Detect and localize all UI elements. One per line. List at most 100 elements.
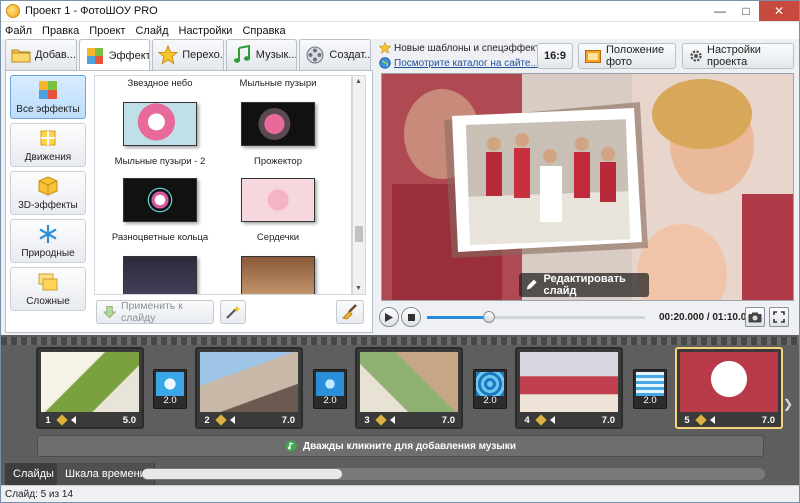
pencil-icon[interactable] [695,414,707,426]
speaker-icon[interactable] [71,416,76,424]
seek-slider[interactable] [427,311,645,323]
minimize-button[interactable]: — [707,1,733,21]
slide-number: 1 [45,414,51,426]
tab-transitions[interactable]: Перехо... [152,39,224,70]
effect-thumbnail [241,256,315,294]
project-settings-button[interactable]: Настройки проекта [682,43,794,69]
pencil-icon[interactable] [535,414,547,426]
tab-timeline[interactable]: Шкала времени [57,463,155,485]
timeline-scrollbar[interactable] [142,468,765,480]
slide-image [41,352,139,412]
category-label: Сложные [26,296,70,307]
slide-number: 2 [204,414,210,426]
category-motion[interactable]: Движения [10,123,86,167]
snapshot-button[interactable] [745,307,765,327]
music-track[interactable]: Дважды кликните для добавления музыки [37,435,764,457]
effects-scrollbar[interactable]: ▲ ▼ [352,75,366,295]
stop-button[interactable] [401,307,421,327]
menu-settings[interactable]: Настройки [179,25,233,37]
globe-icon [379,57,391,69]
status-text: Слайд: 5 из 14 [5,488,74,500]
apply-to-slide-button[interactable]: Применить к слайду [96,300,214,324]
effect-item[interactable]: Прожектор [223,102,333,167]
close-button[interactable]: ✕ [759,1,799,21]
seek-handle[interactable] [483,311,496,323]
play-button[interactable] [379,307,399,327]
tab-add[interactable]: Добав... [5,39,77,70]
speaker-icon[interactable] [710,416,715,424]
magic-wand-button[interactable] [220,300,246,324]
fullscreen-icon [773,311,785,323]
slide-thumbnail[interactable]: 1 5.0 [36,347,144,429]
catalog-label: Посмотрите каталог на сайте... [394,57,539,69]
fullscreen-button[interactable] [769,307,789,327]
tab-timeline-label: Шкала времени [65,468,146,480]
scroll-down-icon[interactable]: ▼ [355,285,362,292]
transition-item[interactable]: 2.0 [313,369,347,409]
clear-effects-button[interactable] [336,300,364,324]
category-complex[interactable]: Сложные [10,267,86,311]
slide-image [200,352,298,412]
scrollbar-thumb[interactable] [355,226,363,242]
edit-slide-button[interactable]: Редактировать слайд [519,273,649,297]
brush-icon [342,304,357,320]
speaker-icon[interactable] [230,416,235,424]
category-nature[interactable]: Природные [10,219,86,263]
slide-thumbnail[interactable]: 2 7.0 [195,347,303,429]
new-templates-link[interactable]: Новые шаблоны и спецэффекты [379,42,547,54]
speaker-icon[interactable] [550,416,555,424]
effect-item[interactable] [223,256,333,294]
effect-item[interactable] [105,256,215,294]
aspect-ratio-button[interactable]: 16:9 [537,43,573,69]
transition-preview [316,372,344,396]
maximize-button[interactable]: □ [733,1,759,21]
slide-image [520,352,618,412]
category-label: Движения [24,152,72,163]
slide-thumbnail[interactable]: 3 7.0 [355,347,463,429]
transition-item[interactable]: 2.0 [633,369,667,409]
menu-file[interactable]: Файл [5,25,32,37]
pencil-icon[interactable] [375,414,387,426]
catalog-link[interactable]: Посмотрите каталог на сайте... [379,57,539,69]
film-strip [1,337,799,345]
tab-create-label: Создат... [329,49,371,61]
bottom-tabs: Слайды Шкала времени [1,463,799,485]
slide-thumbnail-selected[interactable]: 5 7.0 [675,347,783,429]
category-all-effects[interactable]: Все эффекты [10,75,86,119]
effect-label: Разноцветные кольца [111,232,209,243]
scrollbar-thumb[interactable] [142,469,342,479]
menu-edit[interactable]: Правка [42,25,79,37]
tab-effects[interactable]: Эффект... [78,39,151,71]
effects-grid: Звездное небо Мыльные пузыри Мыльные пуз… [94,75,352,295]
tab-create[interactable]: Создат... [299,39,371,70]
effect-item[interactable]: Звездное небо [105,78,215,89]
effect-item[interactable]: Мыльные пузыри - 2 [105,102,215,167]
category-3d[interactable]: 3D-эффекты [10,171,86,215]
pencil-icon [526,279,537,290]
slide-preview[interactable] [381,73,794,301]
scroll-right-icon[interactable]: ❯ [783,397,793,411]
speaker-icon[interactable] [390,416,395,424]
photo-position-button[interactable]: Положение фото [578,43,676,69]
tab-slides[interactable]: Слайды [5,463,63,485]
menu-help[interactable]: Справка [242,25,285,37]
play-icon [385,312,393,322]
player-controls: 00:20.000 / 01:10.000 [377,303,797,333]
effect-label: Прожектор [253,156,302,167]
transition-item[interactable]: 2.0 [153,369,187,409]
scroll-up-icon[interactable]: ▲ [355,78,362,85]
effect-item[interactable]: Сердечки [223,178,333,243]
slide-thumbnail[interactable]: 4 7.0 [515,347,623,429]
menu-slide[interactable]: Слайд [135,25,168,37]
transition-item[interactable]: 2.0 [473,369,507,409]
effect-item[interactable]: Мыльные пузыри [223,78,333,89]
menu-project[interactable]: Проект [89,25,125,37]
music-note-icon [285,440,297,452]
edit-slide-label: Редактировать слайд [543,273,626,297]
tab-music[interactable]: Музык... [225,39,298,70]
effect-item[interactable]: Разноцветные кольца [105,178,215,243]
pencil-icon[interactable] [56,414,68,426]
transition-duration: 2.0 [643,395,657,406]
slide-number: 4 [524,414,530,426]
pencil-icon[interactable] [215,414,227,426]
